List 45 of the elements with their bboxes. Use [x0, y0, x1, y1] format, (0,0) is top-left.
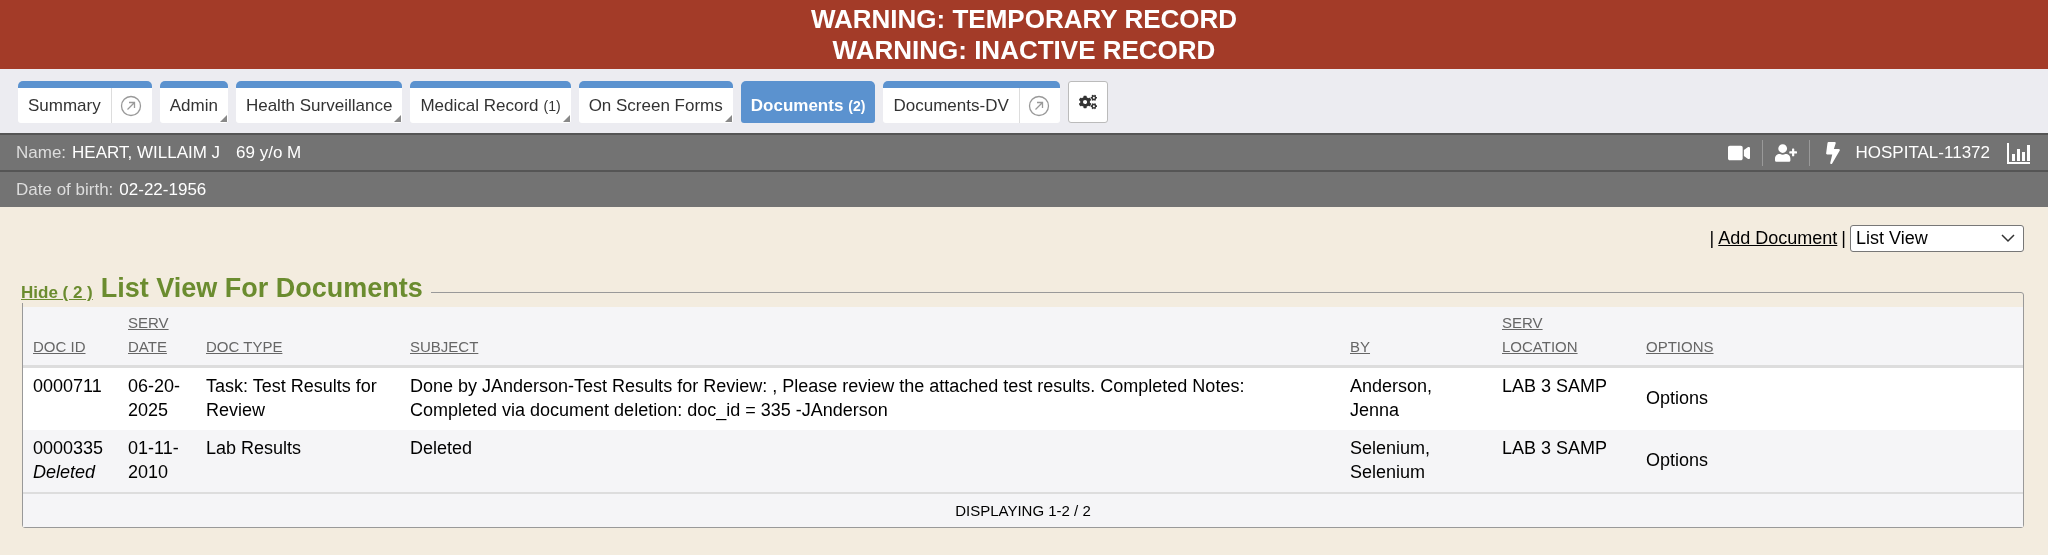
- tab[interactable]: Health Surveillance: [235, 81, 403, 123]
- separator-text: |: [1709, 228, 1715, 249]
- separator-text: |: [1841, 228, 1846, 249]
- pagination-text: DISPLAYING 1-2 / 2: [955, 502, 1091, 519]
- table-cell-text: 0000335: [33, 437, 105, 460]
- add-document-link[interactable]: Add Document: [1718, 228, 1838, 249]
- external-link-icon[interactable]: [1027, 94, 1050, 117]
- table-cell: Deleted: [410, 438, 473, 458]
- dropdown-corner-icon: [724, 115, 732, 122]
- tab[interactable]: On Screen Forms: [578, 81, 733, 123]
- gears-icon: [1078, 93, 1097, 111]
- table-cell: Selenium, Selenium: [1350, 438, 1431, 482]
- dropdown-corner-icon: [394, 115, 402, 122]
- table-cell: Task: Test Results for Review: [206, 376, 377, 420]
- warning-banner-text: WARNING: TEMPORARY RECORD: [810, 4, 1238, 35]
- dropdown-corner-icon: [562, 115, 570, 122]
- table-cell: Done by JAnderson-Test Results for Review: , Please review the attached test results. Completed Notes: Completed via document deletion: doc_id = 335 -JAnderson: [410, 376, 1245, 420]
- table-cell: 06-20-2025: [128, 376, 181, 420]
- options-link[interactable]: Options: [1646, 450, 1709, 470]
- tab[interactable]: Summary: [18, 81, 152, 123]
- tab[interactable]: Documents-DV: [883, 81, 1060, 123]
- tab[interactable]: Admin: [159, 81, 228, 123]
- tab[interactable]: Medical Record (1): [410, 81, 571, 123]
- table-cell: Lab Results: [206, 438, 302, 458]
- dropdown-corner-icon: [219, 115, 227, 122]
- table-cell: Anderson, Jenna: [1350, 376, 1433, 420]
- chevron-down-icon: [2001, 234, 2015, 243]
- external-link-icon[interactable]: [119, 94, 142, 117]
- warning-banner-text: WARNING: INACTIVE RECORD: [832, 35, 1216, 66]
- view-select[interactable]: List View: [1850, 225, 2024, 252]
- options-link[interactable]: Options: [1646, 388, 1709, 408]
- settings-button[interactable]: [1067, 81, 1108, 123]
- table-cell: LAB 3 SAMP: [1502, 376, 1608, 396]
- section-title: List View For Documents: [100, 273, 423, 303]
- table-cell-text: 0000711: [33, 375, 103, 398]
- date-of-birth: 02-22-1956: [119, 179, 207, 200]
- table-cell: 01-11-2010: [128, 438, 179, 482]
- hospital-id: HOSPITAL-11372: [1855, 142, 1990, 163]
- bar-chart-icon[interactable]: [2006, 140, 2032, 165]
- table-cell: LAB 3 SAMP: [1502, 438, 1608, 458]
- name-label: Name:: [16, 142, 67, 163]
- patient-age: 69 y/o M: [236, 142, 302, 163]
- status-text: Deleted: [33, 461, 97, 484]
- dob-label: Date of birth:: [16, 179, 114, 200]
- patient-name: HEART, WILLAIM J: [72, 142, 221, 163]
